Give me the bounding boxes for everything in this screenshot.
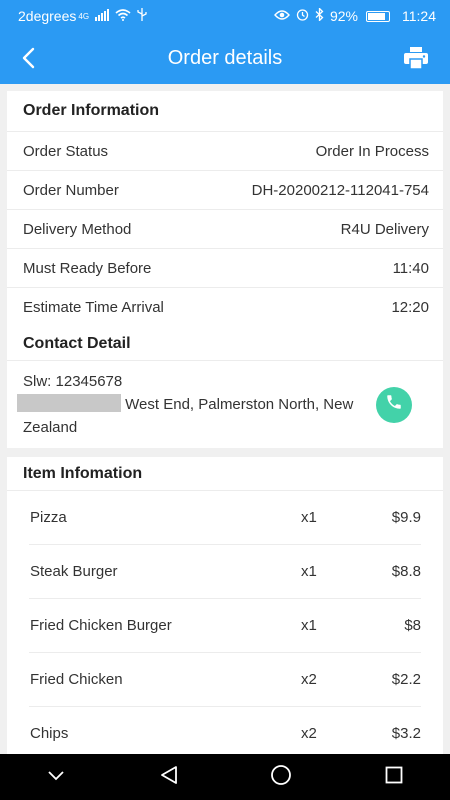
triangle-back-icon (160, 765, 178, 790)
item-name: Fried Chicken (30, 671, 123, 688)
list-item: Fried Chicken Burger x1 $8 (29, 599, 421, 653)
order-status-value: Order In Process (315, 142, 429, 160)
circle-home-icon (270, 764, 292, 791)
estimate-arrival-value: 12:20 (391, 299, 429, 316)
estimate-arrival-label: Estimate Time Arrival (23, 299, 164, 316)
item-price: $8.8 (391, 563, 421, 580)
item-price: $2.2 (391, 671, 421, 688)
alarm-icon (296, 8, 309, 24)
address-country: Zealand (23, 419, 78, 436)
delivery-method-value: R4U Delivery (340, 220, 429, 238)
contact-address-line: West End, Palmerston North, New (17, 393, 427, 416)
list-item: Chips x2 $3.2 (29, 707, 421, 754)
order-number-label: Order Number (23, 181, 119, 199)
order-information-heading: Order Information (7, 91, 443, 132)
item-qty: x1 (301, 563, 317, 580)
order-information-card: Order Information Order Status Order In … (7, 91, 443, 327)
network-label: 4G (78, 11, 90, 21)
nav-back-button[interactable] (149, 757, 189, 797)
print-icon[interactable] (402, 44, 430, 72)
phone-icon (385, 393, 403, 418)
item-qty: x1 (301, 509, 317, 526)
order-number-row: Order Number DH-20200212-112041-754 (7, 171, 443, 210)
carrier-label: 2degrees (18, 8, 77, 24)
estimate-arrival-row: Estimate Time Arrival 12:20 (7, 288, 443, 327)
order-content[interactable]: Order Information Order Status Order In … (0, 84, 450, 754)
order-status-row: Order Status Order In Process (7, 132, 443, 171)
item-name: Pizza (30, 509, 67, 526)
usb-icon (137, 8, 147, 24)
must-ready-before-row: Must Ready Before 11:40 (7, 249, 443, 288)
item-name: Chips (30, 725, 69, 742)
item-price: $3.2 (391, 725, 421, 742)
item-name: Fried Chicken Burger (30, 617, 172, 634)
nav-hide-button[interactable] (36, 757, 76, 797)
square-recents-icon (385, 766, 403, 789)
must-ready-before-value: 11:40 (392, 259, 429, 277)
item-qty: x2 (301, 671, 317, 688)
app-bar: Order details (0, 32, 450, 84)
bluetooth-icon (315, 6, 324, 24)
contact-name-phone: Slw: 12345678 (23, 373, 123, 390)
nav-home-button[interactable] (261, 757, 301, 797)
list-item: Steak Burger x1 $8.8 (29, 545, 421, 599)
battery-icon (366, 10, 390, 22)
item-price: $9.9 (391, 509, 421, 526)
order-number-value: DH-20200212-112041-754 (251, 181, 429, 199)
clock: 11:24 (402, 8, 436, 24)
signal-icon (95, 8, 110, 24)
item-name: Steak Burger (30, 563, 118, 580)
order-status-label: Order Status (23, 142, 109, 160)
back-chevron-icon[interactable] (14, 44, 42, 72)
address-tail: West End, Palmerston North, New (125, 396, 354, 413)
item-price: $8 (404, 617, 421, 634)
contact-detail-heading: Contact Detail (7, 327, 443, 361)
must-ready-before-label: Must Ready Before (23, 259, 152, 277)
contact-detail-card: Contact Detail Slw: 12345678 West End, P… (7, 327, 443, 448)
delivery-method-label: Delivery Method (23, 220, 132, 238)
item-information-card: Item Infomation Pizza x1 $9.9 Steak Burg… (7, 457, 443, 754)
eye-icon (274, 8, 290, 24)
status-bar: 2degrees 4G 92% 11:24 (0, 0, 450, 32)
call-button[interactable] (376, 387, 412, 423)
battery-percent: 92% (329, 8, 358, 24)
wifi-icon (115, 8, 131, 24)
chevron-down-icon (47, 768, 65, 786)
item-information-heading: Item Infomation (7, 457, 443, 491)
system-nav-bar (0, 754, 450, 800)
delivery-method-row: Delivery Method R4U Delivery (7, 210, 443, 249)
list-item: Fried Chicken x2 $2.2 (29, 653, 421, 707)
contact-info: Slw: 12345678 West End, Palmerston North… (7, 361, 443, 451)
item-qty: x1 (301, 617, 317, 634)
redacted-address (17, 394, 121, 412)
item-qty: x2 (301, 725, 317, 742)
list-item: Pizza x1 $9.9 (29, 491, 421, 545)
nav-recents-button[interactable] (374, 757, 414, 797)
page-title: Order details (167, 46, 283, 69)
